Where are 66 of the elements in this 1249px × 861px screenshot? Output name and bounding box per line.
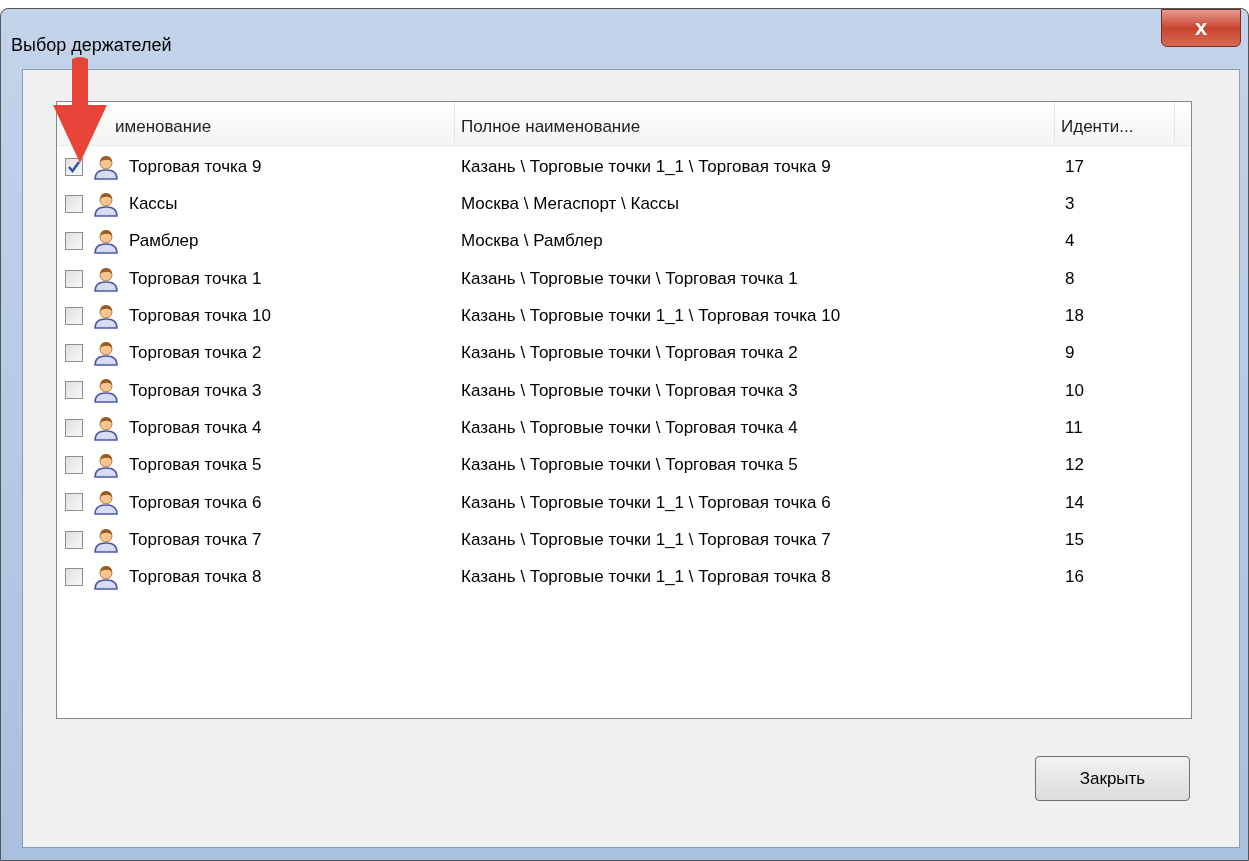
checkbox[interactable] [65,194,83,213]
user-icon [93,265,119,292]
holder-name: Торговая точка 1 [129,267,262,290]
checkbox[interactable] [65,456,83,474]
identifier: 18 [1064,305,1084,328]
holder-name: Торговая точка 9 [129,155,262,178]
identifier: 10 [1064,379,1084,402]
holder-name: Торговая точка 6 [129,491,262,514]
identifier: 3 [1064,193,1075,216]
full-name: Казань \ Торговые точки 1_1 \ Торговая точка 10 [460,305,842,328]
full-name: Казань \ Торговые точки 1_1 \ Торговая точка 7 [460,528,832,551]
column-header[interactable]: Полное наименование [461,113,641,139]
holder-name: Рамблер [129,230,199,253]
identifier: 11 [1064,416,1083,439]
column-header[interactable]: именование [115,113,212,139]
checkbox[interactable] [65,530,83,549]
holder-name: Кассы [129,193,178,216]
identifier: 12 [1064,454,1084,477]
user-icon [93,489,119,516]
full-name: Казань \ Торговые точки 1_1 \ Торговая точка 9 [460,155,832,178]
user-icon [93,190,119,217]
checkbox[interactable] [65,306,83,325]
holder-name: Торговая точка 7 [129,528,262,551]
identifier: 9 [1064,342,1075,365]
window-title: Выбор держателей [11,34,172,57]
checkbox[interactable] [65,418,83,437]
column-header[interactable]: Иденти... [1061,113,1134,139]
identifier: 15 [1064,528,1084,551]
identifier: 16 [1064,566,1084,589]
full-name: Казань \ Торговые точки \ Торговая точка 1 [460,267,799,290]
holder-name: Торговая точка 8 [129,566,262,589]
checkbox[interactable] [65,381,83,400]
user-icon [93,452,119,478]
holder-name: Торговая точка 10 [129,305,271,328]
identifier: 4 [1064,230,1075,253]
user-icon [93,302,119,329]
close-button[interactable]: x [1161,9,1241,47]
close-dialog-button[interactable]: Закрыть [1035,756,1190,801]
checkbox[interactable] [65,344,83,363]
checkbox[interactable] [65,157,83,176]
full-name: Москва \ Рамблер [460,230,604,253]
user-icon [93,563,119,590]
identifier: 14 [1064,491,1084,514]
checkbox[interactable] [65,269,83,288]
user-icon [93,526,119,553]
full-name: Казань \ Торговые точки 1_1 \ Торговая точка 8 [460,566,832,589]
holder-name: Торговая точка 2 [129,342,262,365]
full-name: Москва \ Мегаспорт \ Кассы [460,193,681,216]
user-icon [93,414,119,441]
user-icon [93,228,119,255]
user-icon [93,153,119,180]
full-name: Казань \ Торговые точки \ Торговая точка 3 [460,379,799,402]
checkbox[interactable] [65,567,83,586]
identifier: 17 [1064,155,1084,178]
identifier: 8 [1064,267,1075,290]
full-name: Казань \ Торговые точки \ Торговая точка 4 [460,416,799,439]
holder-name: Торговая точка 3 [129,379,262,402]
holder-name: Торговая точка 4 [129,416,262,439]
user-icon [93,377,119,404]
full-name: Казань \ Торговые точки \ Торговая точка 2 [460,342,799,365]
checkbox[interactable] [65,493,83,512]
full-name: Казань \ Торговые точки \ Торговая точка 5 [460,454,799,477]
holder-name: Торговая точка 5 [129,454,262,477]
user-icon [93,340,119,367]
checkbox[interactable] [65,232,83,251]
full-name: Казань \ Торговые точки 1_1 \ Торговая точка 6 [460,491,832,514]
